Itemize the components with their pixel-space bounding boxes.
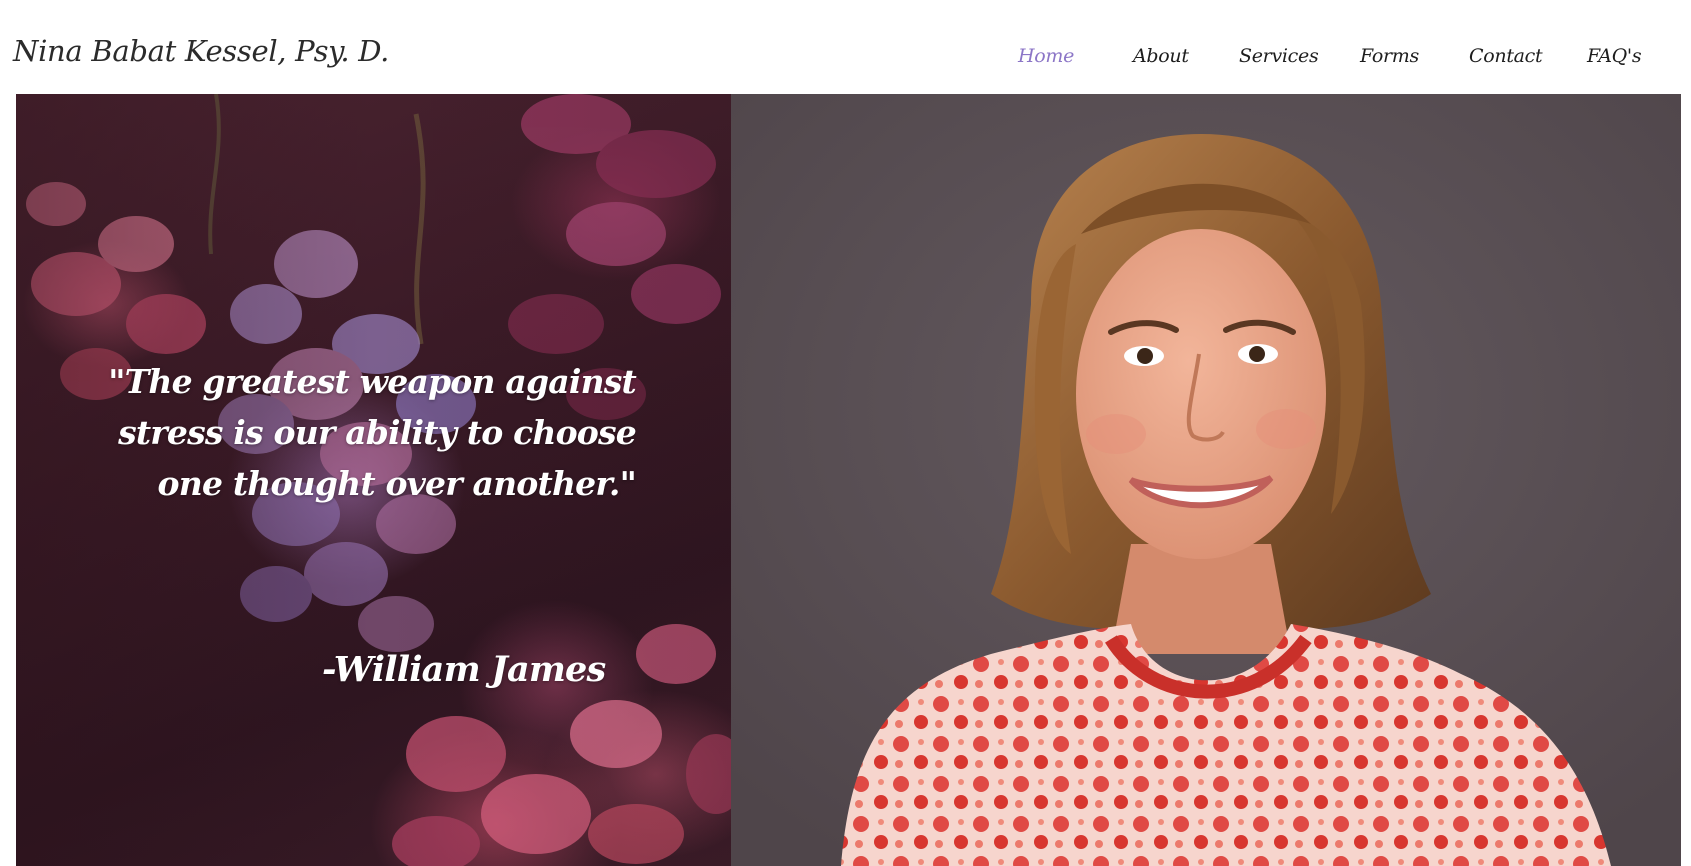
quote-text: "The greatest weapon against stress is o… — [16, 356, 637, 509]
quote-author: -William James — [322, 649, 606, 690]
nav-contact[interactable]: Contact — [1469, 45, 1543, 67]
portrait-image — [731, 94, 1681, 866]
portrait-photo — [731, 94, 1681, 866]
nav-forms[interactable]: Forms — [1360, 45, 1419, 67]
quote-line: stress is our ability to choose — [118, 413, 637, 452]
quote-line: one thought over another." — [157, 464, 637, 503]
nav-about[interactable]: About — [1133, 45, 1189, 67]
nav-services[interactable]: Services — [1239, 45, 1319, 67]
quote-line: "The greatest weapon against — [108, 362, 637, 401]
site-title[interactable]: Nina Babat Kessel, Psy. D. — [13, 34, 389, 68]
nav-faqs[interactable]: FAQ's — [1587, 45, 1642, 67]
nav-home[interactable]: Home — [1018, 45, 1074, 67]
quote-panel: "The greatest weapon against stress is o… — [16, 94, 731, 866]
